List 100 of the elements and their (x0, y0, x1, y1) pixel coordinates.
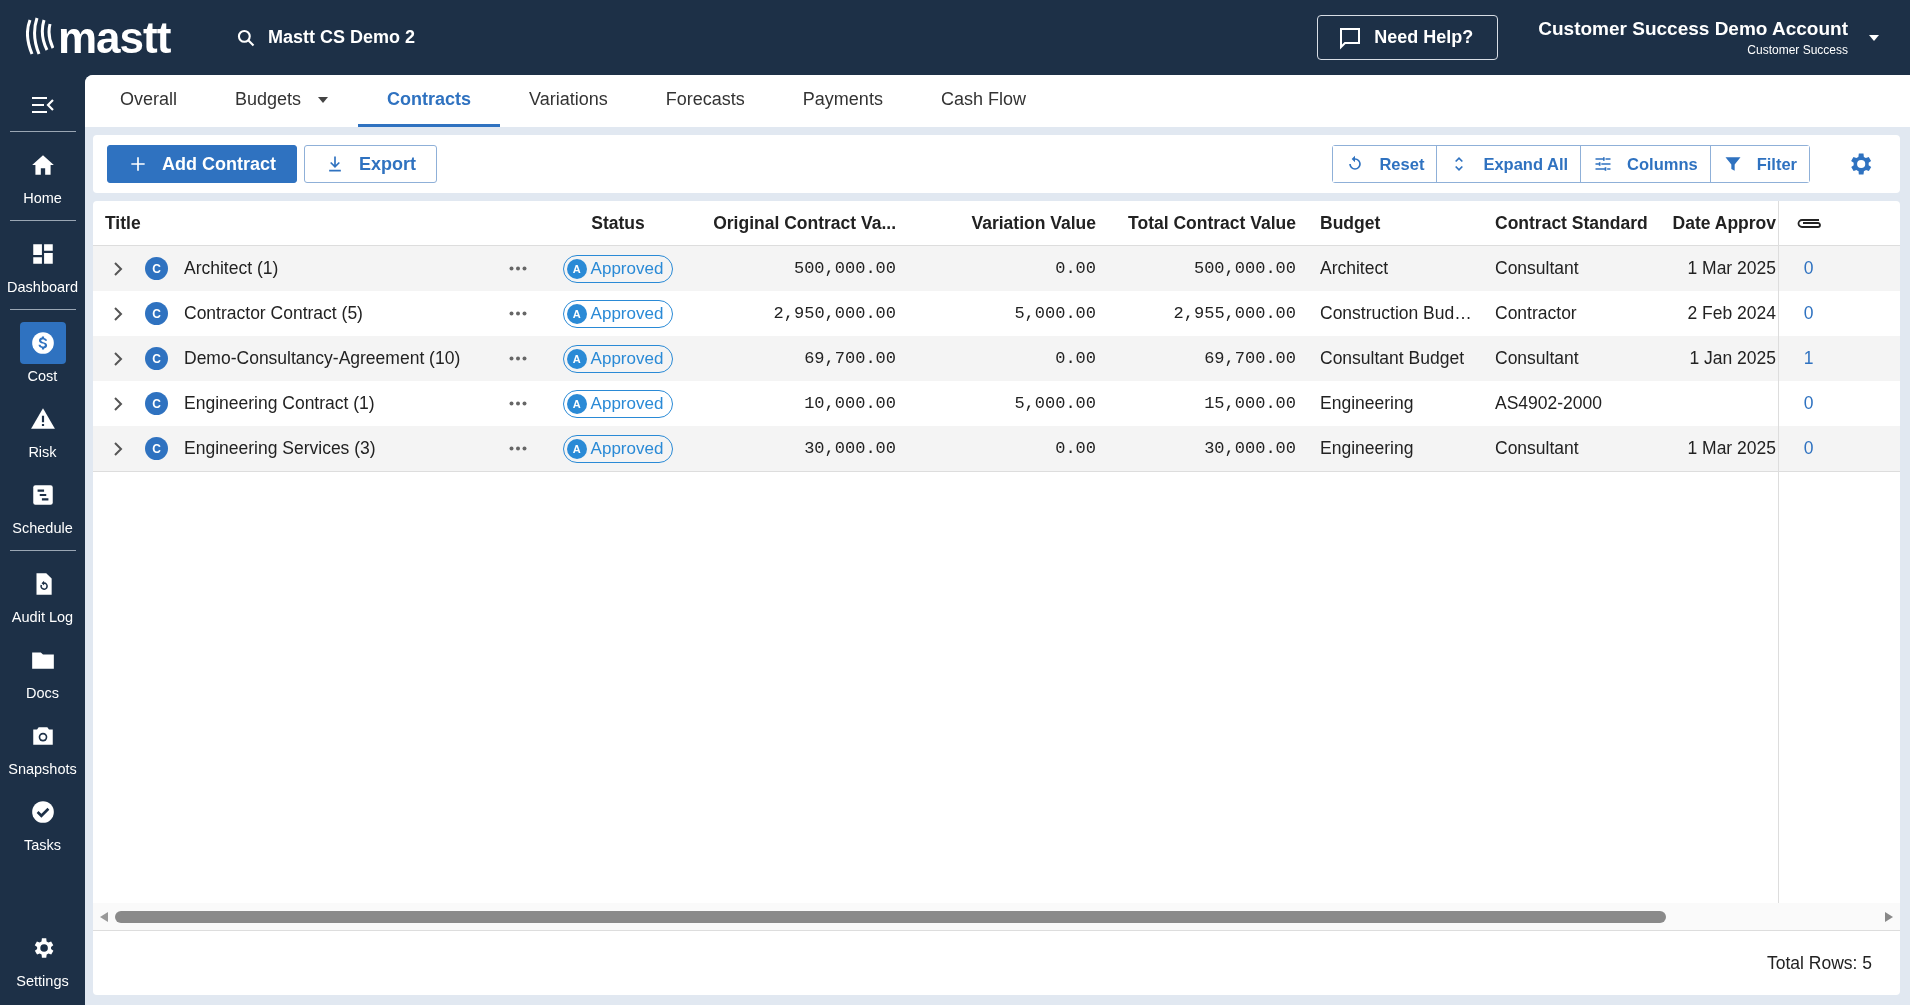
contract-title[interactable]: Demo-Consultancy-Agreement (10) (184, 348, 461, 369)
attachment-count[interactable]: 0 (1803, 258, 1814, 279)
chevron-icon[interactable] (113, 260, 123, 277)
attachment-count[interactable]: 0 (1803, 438, 1814, 459)
tab[interactable]: Payments (773, 75, 912, 127)
search-icon[interactable] (236, 27, 256, 48)
column-header[interactable]: Budget (1320, 212, 1381, 234)
chevron-icon[interactable] (113, 350, 123, 367)
table-cell: Consultant (1495, 438, 1579, 459)
help-button[interactable]: Need Help? (1317, 15, 1499, 60)
table-cell: 0.00 (1055, 259, 1096, 278)
chevron-icon[interactable] (113, 305, 123, 322)
account-role: Customer Success (1747, 43, 1848, 57)
nav-item[interactable]: Home (0, 138, 85, 214)
table-cell: 1 Mar 2025 (1687, 258, 1776, 279)
table-cell: Construction Bud… (1320, 303, 1472, 324)
column-header[interactable]: Status (591, 212, 645, 234)
more-icon[interactable] (509, 446, 527, 451)
column-header[interactable]: Total Contract Value (1128, 212, 1296, 234)
tab[interactable]: Cash Flow (911, 75, 1055, 127)
attachment-count[interactable]: 1 (1803, 348, 1814, 369)
table-cell: Architect (1320, 258, 1389, 279)
tab[interactable]: Variations (500, 75, 637, 127)
column-header[interactable]: Original Contract Va... (713, 212, 896, 234)
table-cell: 500,000.00 (793, 259, 896, 278)
nav-item[interactable]: Docs (0, 633, 85, 709)
table-cell: 69,700.00 (804, 349, 896, 368)
contract-title[interactable]: Engineering Contract (1) (184, 393, 375, 414)
table-cell: Contractor (1495, 303, 1577, 324)
column-header[interactable]: Title (105, 212, 141, 234)
caret-icon[interactable] (1868, 33, 1880, 42)
contract-title[interactable]: Architect (1) (184, 258, 279, 279)
tab[interactable]: Budgets (206, 75, 359, 127)
add-button[interactable]: Add Contract (107, 145, 297, 183)
type-badge: C (145, 257, 168, 280)
project-name[interactable]: Mastt CS Demo 2 (268, 27, 416, 48)
table-cell: 5,000.00 (1014, 394, 1096, 413)
check-circle-icon (29, 799, 56, 825)
table-cell: 2,955,000.00 (1173, 304, 1296, 323)
chevron-icon[interactable] (113, 440, 123, 457)
type-badge: C (145, 437, 168, 460)
table-cell: 2 Feb 2024 (1687, 303, 1776, 324)
warning-icon (29, 406, 56, 432)
more-icon[interactable] (509, 266, 527, 271)
contract-title[interactable]: Contractor Contract (5) (184, 303, 363, 324)
table-cell: Consultant (1495, 348, 1579, 369)
tab[interactable]: Contracts (358, 75, 501, 127)
type-badge: C (145, 347, 168, 370)
nav-item[interactable]: Settings (0, 921, 85, 997)
nav-item[interactable]: Risk (0, 392, 85, 468)
more-icon[interactable] (509, 356, 527, 361)
nav-item[interactable]: Tasks (0, 785, 85, 861)
table-cell: 0.00 (1055, 349, 1096, 368)
scroll-right-icon[interactable] (1884, 910, 1894, 923)
column-header[interactable]: Contract Standard (1495, 212, 1648, 234)
type-badge: C (145, 392, 168, 415)
table-cell: 0.00 (1055, 439, 1096, 458)
table-cell: 10,000.00 (804, 394, 896, 413)
menu-icon[interactable] (30, 96, 55, 114)
table-cell: Consultant (1495, 258, 1579, 279)
chat-icon (1338, 25, 1363, 50)
attachment-count[interactable]: 0 (1803, 393, 1814, 414)
tab[interactable]: Overall (91, 75, 206, 127)
more-icon[interactable] (509, 401, 527, 406)
attachment-count[interactable]: 0 (1803, 303, 1814, 324)
plus-icon (128, 154, 148, 174)
nav-item[interactable]: Dashboard (0, 227, 85, 303)
table-cell: 30,000.00 (1204, 439, 1296, 458)
scrollbar-thumb[interactable] (115, 910, 1667, 923)
table-cell: Engineering (1320, 438, 1414, 459)
export-button[interactable]: Export (304, 145, 437, 183)
tab[interactable]: Forecasts (636, 75, 774, 127)
logo-text: mastt (58, 15, 171, 60)
table-cell: 30,000.00 (804, 439, 896, 458)
account-name[interactable]: Customer Success Demo Account (1538, 18, 1848, 40)
table-cell: 5,000.00 (1014, 304, 1096, 323)
table-cell: 15,000.00 (1204, 394, 1296, 413)
chevron-icon[interactable] (113, 395, 123, 412)
more-icon[interactable] (509, 311, 527, 316)
horizontal-scrollbar[interactable] (93, 903, 1900, 931)
table-cell: AS4902-2000 (1495, 393, 1603, 414)
toolbar-button[interactable]: Filter (1709, 146, 1809, 182)
contract-title[interactable]: Engineering Services (3) (184, 438, 376, 459)
type-badge: C (145, 302, 168, 325)
table-cell: 500,000.00 (1193, 259, 1296, 278)
sliders-icon (1593, 154, 1614, 174)
column-header[interactable]: Variation Value (971, 212, 1096, 234)
table-cell: Engineering (1320, 393, 1414, 414)
table-cell: 69,700.00 (1204, 349, 1296, 368)
column-header[interactable]: Date Approv (1672, 212, 1776, 234)
nav-item[interactable]: Cost (0, 316, 85, 392)
scroll-left-icon[interactable] (99, 910, 109, 923)
dollar-icon (29, 330, 56, 356)
table-cell: 1 Mar 2025 (1687, 438, 1776, 459)
caret-icon[interactable] (317, 95, 330, 104)
table-cell: Consultant Budget (1320, 348, 1464, 369)
nav-item[interactable]: Schedule (0, 468, 85, 544)
table-cell: 1 Jan 2025 (1689, 348, 1776, 369)
nav-item[interactable]: Audit Log (0, 557, 85, 633)
nav-item[interactable]: Snapshots (0, 709, 85, 785)
